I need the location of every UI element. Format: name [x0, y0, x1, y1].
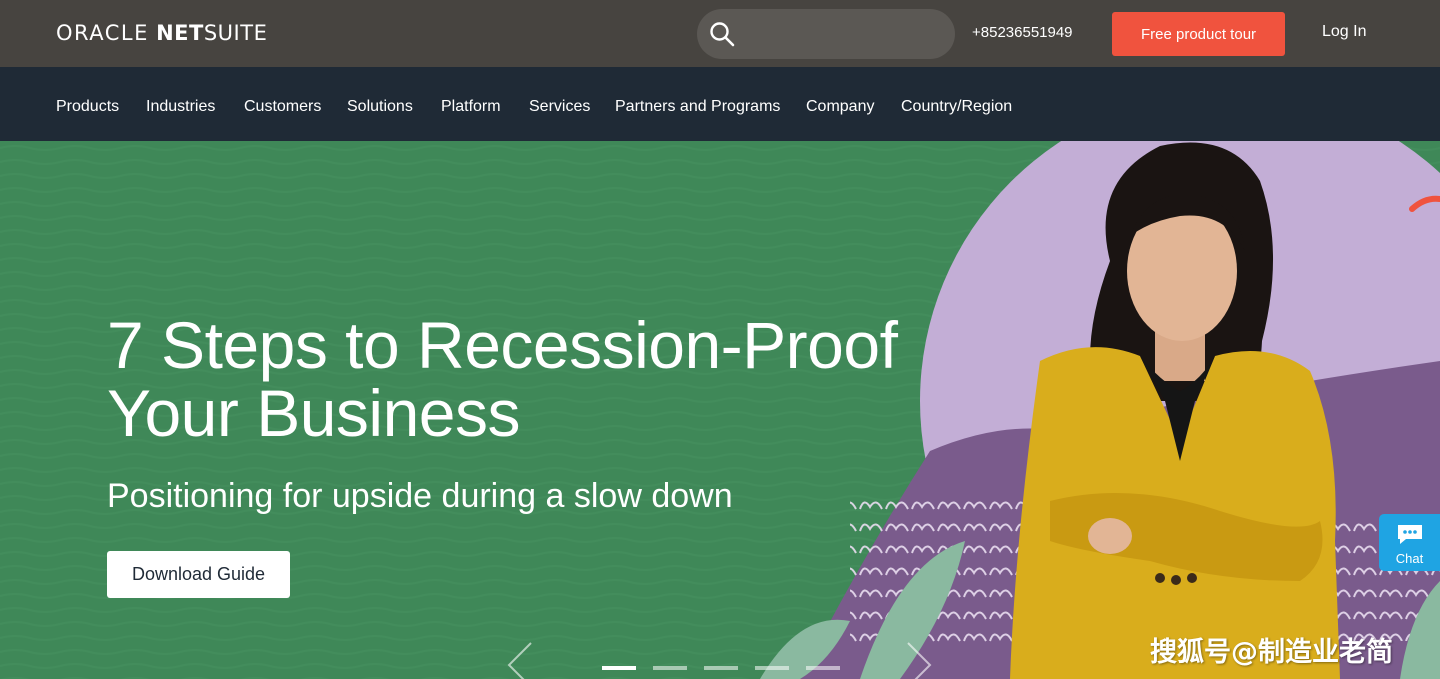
- hero-banner: 7 Steps to Recession-Proof Your Business…: [0, 141, 1440, 679]
- nav-item-platform[interactable]: Platform: [441, 98, 501, 116]
- hero-title-line-2: Your Business: [107, 376, 521, 450]
- carousel-next-arrow-icon[interactable]: [906, 641, 936, 679]
- chat-button[interactable]: Chat: [1379, 514, 1440, 571]
- oracle-netsuite-logo[interactable]: ORACLE NETSUITE: [56, 21, 267, 45]
- chat-label: Chat: [1395, 551, 1424, 566]
- carousel-dot-5[interactable]: [806, 666, 840, 670]
- top-bar: ORACLE NETSUITE +85236551949 Free produc…: [0, 0, 1440, 67]
- nav-item-solutions[interactable]: Solutions: [347, 98, 413, 116]
- nav-item-industries[interactable]: Industries: [146, 98, 215, 116]
- free-product-tour-button[interactable]: Free product tour: [1112, 12, 1285, 56]
- logo-oracle: ORACLE: [56, 21, 149, 45]
- hero-subtitle: Positioning for upside during a slow dow…: [107, 477, 733, 515]
- nav-item-products[interactable]: Products: [56, 98, 119, 116]
- nav-item-customers[interactable]: Customers: [244, 98, 321, 116]
- carousel-dot-3[interactable]: [704, 666, 738, 670]
- logo-net: NET: [156, 21, 204, 45]
- search-input[interactable]: [697, 9, 955, 59]
- hero-title-line-1: 7 Steps to Recession-Proof: [107, 308, 898, 382]
- nav-item-country-region[interactable]: Country/Region: [901, 98, 1012, 116]
- carousel-dot-4[interactable]: [755, 666, 789, 670]
- nav-item-company[interactable]: Company: [806, 98, 874, 116]
- carousel-dot-2[interactable]: [653, 666, 687, 670]
- carousel-prev-arrow-icon[interactable]: [503, 641, 533, 679]
- nav-item-services[interactable]: Services: [529, 98, 590, 116]
- hero-title: 7 Steps to Recession-Proof Your Business: [107, 311, 947, 447]
- watermark-text: 搜狐号@制造业老简: [1150, 637, 1393, 668]
- search-icon[interactable]: [709, 21, 735, 47]
- main-nav: Products Industries Customers Solutions …: [0, 67, 1440, 141]
- carousel-indicators: [602, 666, 840, 670]
- carousel-dot-1[interactable]: [602, 666, 636, 670]
- chat-bubble-icon: [1398, 525, 1422, 544]
- download-guide-button[interactable]: Download Guide: [107, 551, 290, 598]
- phone-link[interactable]: +85236551949: [972, 24, 1073, 41]
- log-in-link[interactable]: Log In: [1322, 23, 1366, 41]
- nav-item-partners-and-programs[interactable]: Partners and Programs: [615, 98, 780, 116]
- logo-suite: SUITE: [203, 21, 268, 45]
